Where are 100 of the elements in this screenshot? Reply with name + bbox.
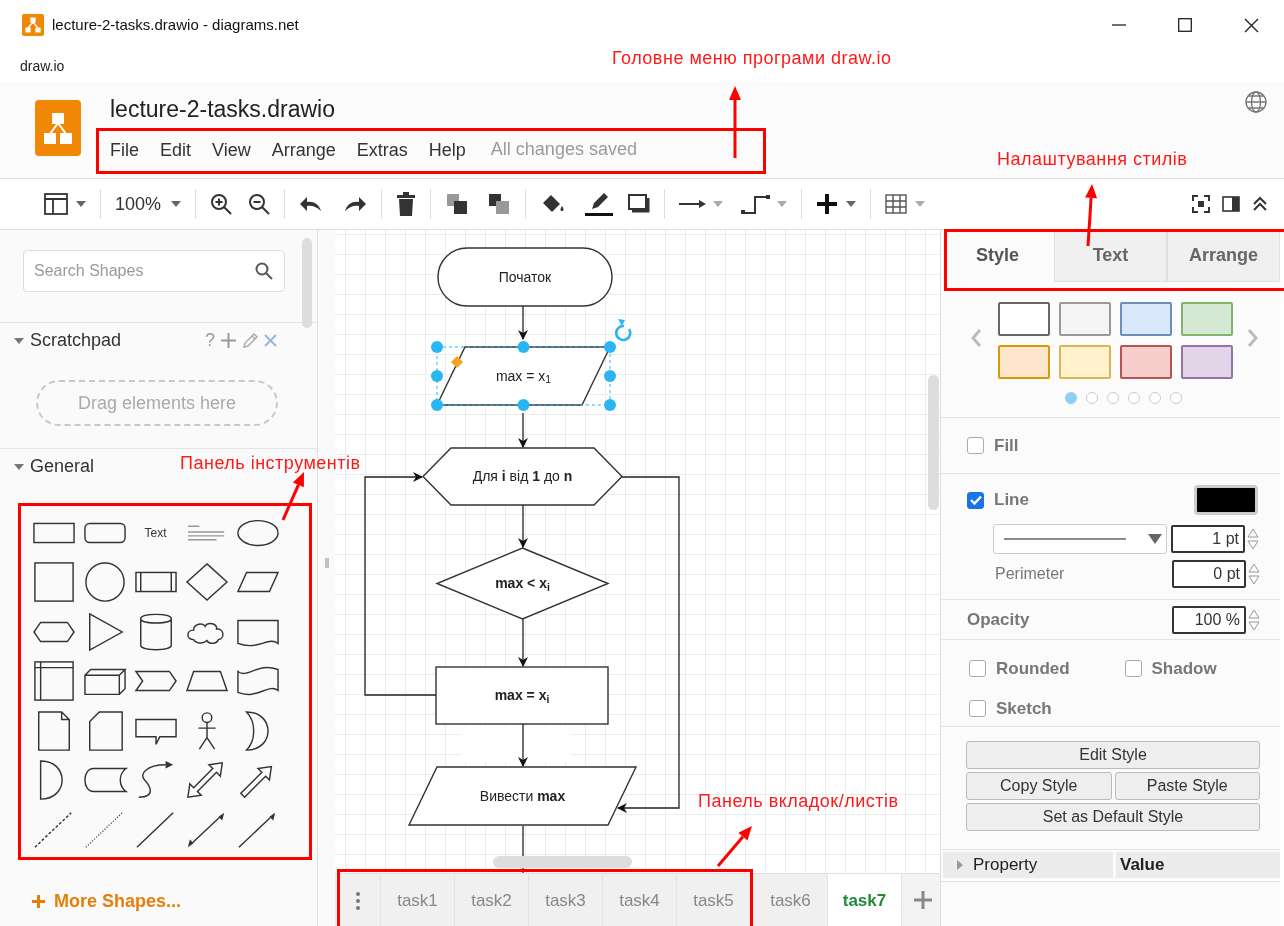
shadow-icon[interactable] [628,194,651,214]
checkbox[interactable] [969,660,986,678]
checkbox[interactable] [969,699,986,717]
section-title[interactable]: Scratchpad [30,327,122,354]
plus-icon [816,193,839,215]
diamond-shape[interactable] [435,547,610,620]
fullscreen-icon[interactable] [1192,195,1210,213]
elbow-connector-icon [741,193,772,215]
field-label: Perimeter [995,564,1065,584]
page-dot[interactable] [1065,392,1077,404]
text-shape[interactable]: Text [144,523,167,542]
save-status: All changes saved [490,138,637,161]
resize-handle-icon[interactable] [451,356,463,368]
caret-icon [846,201,857,207]
scrollbar[interactable] [493,856,632,868]
annotation-text: Налаштування стилів [997,148,1188,171]
splitter-handle-icon[interactable] [324,558,329,568]
color-swatch[interactable] [1120,302,1172,336]
connector-arrow[interactable] [518,723,528,767]
connector-arrow[interactable] [518,504,528,548]
caret-icon [777,201,788,207]
checkbox[interactable] [967,437,984,454]
close-icon[interactable] [1243,17,1259,33]
file-name[interactable]: lecture-2-tasks.drawio [110,94,637,124]
menu-item[interactable]: Help [428,136,466,163]
color-swatch[interactable] [998,345,1050,379]
line-color-button[interactable] [1194,485,1258,515]
hexagon-shape[interactable] [422,447,623,506]
color-swatch[interactable] [1181,345,1233,379]
to-back-icon[interactable] [487,192,512,216]
page-tab[interactable]: task7 [828,874,902,926]
zoom-in-icon[interactable] [210,193,233,215]
checkbox-label: Fill [994,434,1019,457]
menu-item[interactable]: Extras [356,136,408,163]
menu-item[interactable]: File [110,136,139,163]
connector-arrow[interactable] [518,412,528,448]
number-field[interactable]: 100 % [1172,605,1246,634]
caret-icon [713,201,724,207]
scrollbar[interactable] [302,238,312,328]
page-dot[interactable] [1149,392,1161,404]
expand-arrow-icon[interactable] [14,335,24,346]
rectangle-shape[interactable] [435,666,609,725]
style-button[interactable]: Paste Style [1114,772,1260,800]
plus-icon[interactable] [221,333,236,348]
color-swatch[interactable] [998,302,1050,336]
menu-item[interactable]: draw.io [20,55,65,77]
pointer-arrow [1085,184,1098,247]
color-swatch[interactable] [1181,302,1233,336]
menu-item[interactable]: Arrange [271,136,336,163]
page-dot[interactable] [1170,392,1182,404]
node-label: max = x$_{i}$ [494,686,550,706]
spinner-arrows-icon[interactable] [1247,526,1259,552]
search-field[interactable]: Search Shapes [23,250,285,292]
scrollbar[interactable] [928,375,939,510]
style-button[interactable]: Edit Style [966,741,1260,769]
color-swatch[interactable] [1059,302,1111,336]
delete-icon[interactable] [396,192,417,216]
page-dot[interactable] [1107,392,1119,404]
panel-tab[interactable]: Arrange [1167,230,1280,282]
connector-arrow[interactable] [518,618,528,667]
redo-icon[interactable] [343,196,368,212]
style-button[interactable]: Set as Default Style [966,803,1260,831]
menu-item[interactable]: Edit [160,136,192,163]
page-dot[interactable] [1086,392,1098,404]
zoom-dropdown[interactable]: 100% [111,187,186,221]
app-logo-icon [22,14,44,36]
maximize-icon[interactable] [1178,18,1192,32]
plus-icon[interactable] [914,891,932,909]
checkbox[interactable] [967,491,984,509]
to-front-icon[interactable] [445,192,470,216]
style-button[interactable]: Copy Style [966,772,1112,800]
line-style-dropdown[interactable] [993,524,1167,554]
connector-arrow[interactable] [518,305,528,340]
search-icon[interactable] [255,262,273,280]
menu-item[interactable]: View [212,136,251,163]
format-panel-icon[interactable] [1222,196,1240,212]
expand-arrow-icon[interactable] [14,461,24,472]
color-swatch[interactable] [1120,345,1172,379]
parallelogram-shape[interactable] [407,766,638,826]
checkbox[interactable] [1124,660,1142,678]
caret-icon [171,201,182,207]
section-title[interactable]: General [30,453,95,480]
caret-icon [915,201,926,207]
undo-icon[interactable] [299,196,324,212]
number-field[interactable]: 0 pt [1172,560,1246,588]
column-title: Property [973,854,1038,877]
checkbox-label: Shadow [1151,658,1217,680]
diamond-shape-icon[interactable] [183,561,230,604]
panel-tab[interactable]: Text [1054,230,1167,282]
number-field[interactable]: 1 pt [1171,525,1245,553]
table-icon [885,194,908,214]
collapse-icon[interactable] [1252,196,1268,212]
color-swatch[interactable] [1059,345,1111,379]
zoom-out-icon[interactable] [248,193,271,215]
annotation-text: Панель інструментів [180,452,361,475]
globe-icon[interactable] [1244,90,1268,114]
spinner-arrows-icon[interactable] [1248,561,1260,587]
line-color-icon[interactable] [584,191,615,217]
table-header[interactable]: Property [943,852,1113,878]
page-dot[interactable] [1128,392,1140,404]
